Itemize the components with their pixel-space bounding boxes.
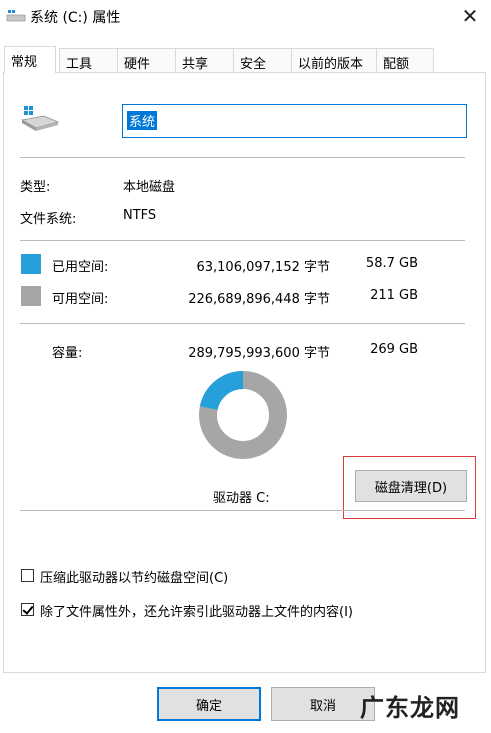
usage-donut-chart: [199, 371, 287, 459]
window-title: 系统 (C:) 属性: [30, 10, 121, 26]
watermark-text: 广东龙网: [360, 694, 460, 722]
used-space-gb: 58.7 GB: [365, 256, 418, 271]
tab-sharing[interactable]: 共享: [175, 48, 234, 72]
tab-quota[interactable]: 配额: [376, 48, 434, 72]
separator: [20, 323, 465, 324]
capacity-gb: 269 GB: [370, 342, 418, 357]
used-space-label: 已用空间:: [52, 260, 109, 275]
used-space-bytes: 63,106,097,152 字节: [196, 260, 330, 275]
tab-general[interactable]: 常规: [4, 46, 56, 73]
filesystem-value: NTFS: [123, 208, 157, 223]
close-button[interactable]: ✕: [449, 0, 491, 32]
separator: [20, 240, 465, 241]
free-space-bytes: 226,689,896,448 字节: [188, 292, 330, 307]
drive-name-input[interactable]: [122, 104, 467, 138]
ok-button[interactable]: 确定: [157, 687, 261, 721]
tab-tools[interactable]: 工具: [59, 48, 118, 72]
drive-large-icon: [20, 106, 60, 131]
capacity-bytes: 289,795,993,600 字节: [188, 346, 330, 361]
compress-checkbox[interactable]: [21, 569, 34, 582]
separator: [20, 157, 465, 158]
type-value: 本地磁盘: [123, 180, 176, 195]
tab-previous-versions[interactable]: 以前的版本: [291, 48, 377, 72]
disk-cleanup-button[interactable]: 磁盘清理(D): [355, 470, 467, 502]
compress-label: 压缩此驱动器以节约磁盘空间(C): [40, 571, 229, 586]
used-space-swatch: [21, 254, 41, 274]
donut-used-segment: [199, 371, 244, 411]
close-icon: ✕: [461, 4, 479, 28]
title-bar: 系统 (C:) 属性 ✕: [0, 0, 491, 34]
capacity-label: 容量:: [52, 346, 83, 361]
filesystem-label: 文件系统:: [20, 212, 77, 227]
tab-security[interactable]: 安全: [233, 48, 292, 72]
tab-hardware[interactable]: 硬件: [117, 48, 176, 72]
drive-name-value: 系统: [127, 111, 158, 130]
free-space-gb: 211 GB: [370, 288, 418, 303]
separator: [20, 510, 465, 511]
drive-icon: [6, 10, 26, 22]
free-space-label: 可用空间:: [52, 292, 109, 307]
drive-letter-label: 驱动器 C:: [213, 491, 270, 506]
free-space-swatch: [21, 286, 41, 306]
index-checkbox[interactable]: [21, 603, 34, 616]
type-label: 类型:: [20, 180, 51, 195]
index-label: 除了文件属性外，还允许索引此驱动器上文件的内容(I): [40, 605, 353, 620]
